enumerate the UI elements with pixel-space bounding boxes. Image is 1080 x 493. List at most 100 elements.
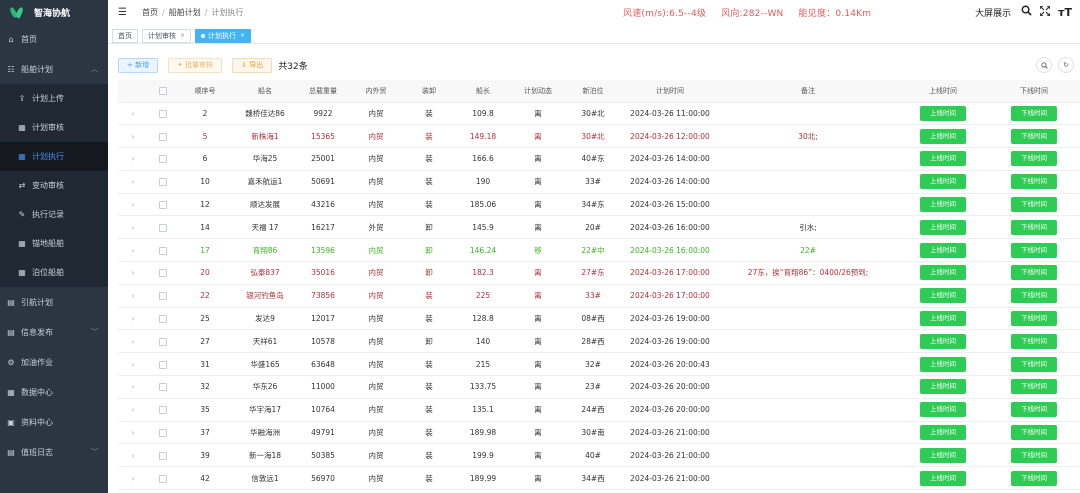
online-time-button[interactable]: 上线时间 — [920, 265, 966, 281]
offline-time-button[interactable]: 下线时间 — [1011, 128, 1057, 144]
row-checkbox[interactable] — [159, 223, 167, 232]
chevron-right-icon[interactable]: › — [132, 155, 135, 163]
table-row[interactable]: › 42 信敦远1 56970 内贸装 189.99 离 34#西 2024-03-26 21:… — [118, 466, 1080, 491]
offline-time-button[interactable]: 下线时间 — [1011, 288, 1057, 304]
sidebar-item-7[interactable]: ▤ 值班日志 ﹀ — [0, 437, 108, 467]
table-row[interactable]: › 17 育翔86 13596 内贸卸 146.24 移 22#中 2024-03-26 16:… — [118, 238, 1080, 263]
online-time-button[interactable]: 上线时间 — [920, 219, 966, 235]
chevron-right-icon[interactable]: › — [132, 338, 135, 346]
tab-1[interactable]: 计划审核 × — [142, 28, 192, 43]
online-time-button[interactable]: 上线时间 — [920, 197, 966, 213]
sidebar-subitem-2[interactable]: ▦ 计划执行 — [0, 142, 108, 171]
row-checkbox[interactable] — [159, 315, 167, 324]
table-row[interactable]: › 22 银河钓鱼岛 73856 内贸装 225 离 33# 2024-03-26 17:00:… — [118, 284, 1080, 308]
select-all-checkbox[interactable] — [159, 86, 167, 95]
add-button[interactable]: + 新增 — [118, 57, 159, 73]
row-checkbox[interactable] — [159, 429, 167, 438]
row-checkbox[interactable] — [159, 178, 167, 187]
font-size-icon[interactable]: тT — [1058, 6, 1072, 19]
batch-audit-button[interactable]: ✦ 批量审核 — [168, 57, 223, 73]
online-time-button[interactable]: 上线时间 — [920, 402, 966, 418]
table-row[interactable]: › 32 华东26 11000 内贸装 133.75 离 23# 2024-03-26 20:0… — [118, 375, 1080, 399]
table-row[interactable]: › 6 华海25 25001 内贸装 166.6 离 40#东 2024-03-26 14:00… — [118, 147, 1080, 171]
sidebar-subitem-0[interactable]: ⇪ 计划上传 — [0, 84, 108, 113]
offline-time-button[interactable]: 下线时间 — [1011, 311, 1057, 327]
table-row[interactable]: › 14 天福 17 16217 外贸卸 145.9 离 20# 2024-03-26 16:0… — [118, 215, 1080, 240]
chevron-right-icon[interactable]: › — [132, 361, 135, 369]
chevron-right-icon[interactable]: › — [132, 452, 135, 460]
table-row[interactable]: › 5 新株海1 15365 内贸装 149.18 离 30#北 2024-03-26 12:0… — [118, 124, 1080, 149]
row-checkbox[interactable] — [159, 337, 167, 346]
row-checkbox[interactable] — [159, 360, 167, 369]
offline-time-button[interactable]: 下线时间 — [1011, 379, 1057, 395]
online-time-button[interactable]: 上线时间 — [920, 447, 966, 463]
breadcrumb-ship-plan[interactable]: 船舶计划 — [169, 8, 201, 17]
tab-0[interactable]: 首页 — [112, 28, 138, 43]
online-time-button[interactable]: 上线时间 — [920, 105, 966, 121]
chevron-right-icon[interactable]: › — [132, 383, 135, 391]
chevron-right-icon[interactable]: › — [132, 315, 135, 323]
chevron-right-icon[interactable]: › — [132, 110, 135, 118]
online-time-button[interactable]: 上线时间 — [920, 425, 966, 441]
sidebar-subitem-3[interactable]: ⇄ 变动审核 — [0, 171, 108, 200]
row-checkbox[interactable] — [159, 269, 167, 278]
table-row[interactable]: › 39 新一海18 50385 内贸装 199.9 离 40# 2024-03-26 21:0… — [118, 443, 1080, 468]
search-icon[interactable] — [1021, 5, 1032, 19]
table-row[interactable]: › 20 弘泰837 35016 内贸卸 182.3 离 27#东 2024-03-26 17:… — [118, 261, 1080, 285]
offline-time-button[interactable]: 下线时间 — [1011, 219, 1057, 235]
offline-time-button[interactable]: 下线时间 — [1011, 470, 1057, 486]
table-row[interactable]: › 31 华盛165 63648 内贸装 215 离 32# 2024-03-26 20:00:… — [118, 352, 1080, 377]
fullscreen-icon[interactable] — [1039, 4, 1051, 19]
online-time-button[interactable]: 上线时间 — [920, 174, 966, 190]
offline-time-button[interactable]: 下线时间 — [1011, 265, 1057, 281]
chevron-right-icon[interactable]: › — [132, 178, 135, 186]
big-screen-button[interactable]: 大屏展示 — [975, 6, 1011, 19]
row-checkbox[interactable] — [159, 383, 167, 392]
offline-time-button[interactable]: 下线时间 — [1011, 447, 1057, 463]
online-time-button[interactable]: 上线时间 — [920, 242, 966, 258]
offline-time-button[interactable]: 下线时间 — [1011, 402, 1057, 418]
row-checkbox[interactable] — [159, 155, 167, 164]
sidebar-subitem-1[interactable]: ▦ 计划审核 — [0, 113, 108, 142]
chevron-right-icon[interactable]: › — [132, 475, 135, 483]
offline-time-button[interactable]: 下线时间 — [1011, 356, 1057, 372]
chevron-right-icon[interactable]: › — [132, 429, 135, 437]
table-row[interactable]: › 2 魏桥佳达86 9922 内贸装 109.8 离 30#北 2024-03-26 11:0… — [118, 102, 1080, 126]
sidebar-item-2[interactable]: ▤ 引航计划 — [0, 287, 108, 317]
row-checkbox[interactable] — [159, 132, 167, 141]
offline-time-button[interactable]: 下线时间 — [1011, 197, 1057, 213]
online-time-button[interactable]: 上线时间 — [920, 356, 966, 372]
row-checkbox[interactable] — [159, 109, 167, 118]
offline-time-button[interactable]: 下线时间 — [1011, 174, 1057, 190]
sidebar-item-3[interactable]: ▤ 信息发布 ﹀ — [0, 317, 108, 347]
online-time-button[interactable]: 上线时间 — [920, 333, 966, 349]
chevron-right-icon[interactable]: › — [132, 224, 135, 232]
sidebar-subitem-5[interactable]: ▦ 锚地船舶 — [0, 229, 108, 258]
chevron-right-icon[interactable]: › — [132, 133, 135, 141]
table-row[interactable]: › 25 发达9 12017 内贸装 128.8 离 08#西 2024-03-26 19:00… — [118, 307, 1080, 331]
offline-time-button[interactable]: 下线时间 — [1011, 105, 1057, 121]
online-time-button[interactable]: 上线时间 — [920, 470, 966, 486]
sidebar-subitem-6[interactable]: ▦ 泊位船舶 — [0, 258, 108, 287]
table-row[interactable]: › 10 嘉禾航运1 50691 内贸装 190 离 33# 2024-03-26 14:00:… — [118, 170, 1080, 194]
menu-fold-icon[interactable]: ☰ — [118, 7, 132, 18]
row-checkbox[interactable] — [159, 451, 167, 460]
chevron-right-icon[interactable]: › — [132, 247, 135, 255]
online-time-button[interactable]: 上线时间 — [920, 379, 966, 395]
sidebar-item-4[interactable]: ⚙ 加油作业 — [0, 347, 108, 377]
refresh-icon[interactable]: ↻ — [1058, 57, 1074, 73]
row-checkbox[interactable] — [159, 246, 167, 255]
sidebar-subitem-4[interactable]: ✎ 执行记录 — [0, 200, 108, 229]
chevron-right-icon[interactable]: › — [132, 406, 135, 414]
offline-time-button[interactable]: 下线时间 — [1011, 151, 1057, 167]
row-checkbox[interactable] — [159, 292, 167, 301]
search-toggle-icon[interactable] — [1036, 57, 1052, 73]
offline-time-button[interactable]: 下线时间 — [1011, 333, 1057, 349]
row-checkbox[interactable] — [159, 474, 167, 483]
tab-2[interactable]: 计划执行 × — [195, 28, 252, 43]
offline-time-button[interactable]: 下线时间 — [1011, 425, 1057, 441]
chevron-right-icon[interactable]: › — [132, 201, 135, 209]
breadcrumb-home[interactable]: 首页 — [142, 8, 158, 17]
close-icon[interactable]: × — [180, 32, 185, 39]
row-checkbox[interactable] — [159, 201, 167, 210]
